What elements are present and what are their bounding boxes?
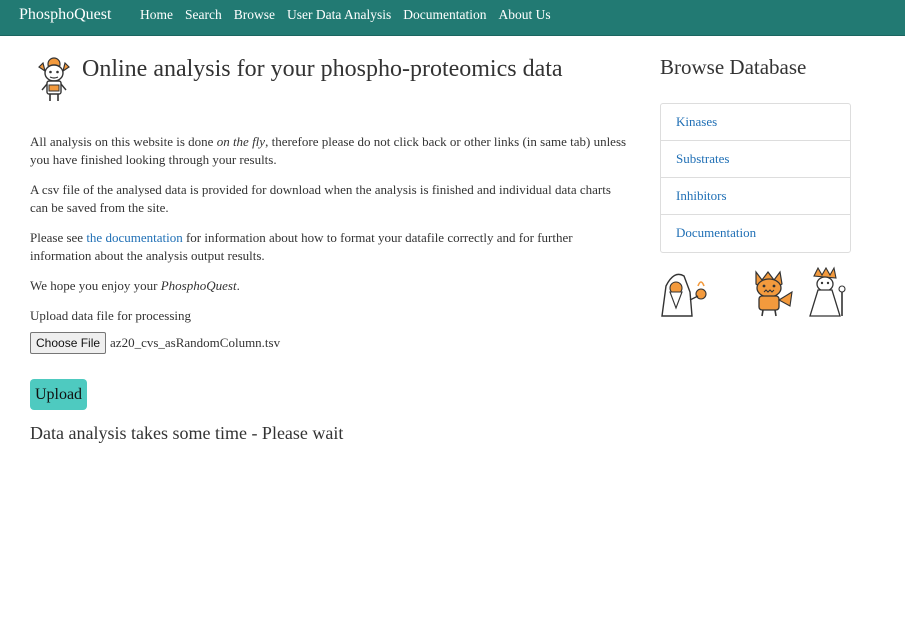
intro-paragraph-4: We hope you enjoy your PhosphoQuest.	[30, 277, 630, 295]
nav-browse[interactable]: Browse	[234, 7, 275, 23]
sidebar-title: Browse Database	[660, 55, 807, 79]
nav-home[interactable]: Home	[140, 7, 173, 23]
nav-documentation[interactable]: Documentation	[403, 7, 486, 23]
file-input: Choose File az20_cvs_asRandomColumn.tsv	[30, 332, 280, 354]
sorcerer-icon	[809, 266, 846, 317]
sidebar-item-substrates[interactable]: Substrates	[661, 141, 850, 178]
monster-icon	[755, 270, 793, 317]
intro-paragraph-3: Please see the documentation for informa…	[30, 229, 630, 265]
para4-italic: PhosphoQuest	[160, 278, 237, 293]
browse-list: Kinases Substrates Inhibitors Documentat…	[660, 103, 851, 253]
intro-paragraph-1: All analysis on this website is done on …	[30, 133, 630, 169]
wait-message: Data analysis takes some time - Please w…	[30, 423, 344, 443]
para4-text: We hope you enjoy your	[30, 278, 161, 293]
documentation-link[interactable]: the documentation	[86, 230, 182, 245]
upload-button[interactable]: Upload	[30, 379, 87, 410]
brand-link[interactable]: PhosphoQuest	[19, 6, 111, 24]
sidebar-item-inhibitors[interactable]: Inhibitors	[661, 178, 850, 215]
sidebar-item-kinases[interactable]: Kinases	[661, 104, 850, 141]
nav-links: Home Search Browse User Data Analysis Do…	[140, 7, 563, 23]
intro-text: All analysis on this website is done on …	[30, 133, 630, 307]
nav-search[interactable]: Search	[185, 7, 222, 23]
upload-label: Upload data file for processing	[30, 308, 192, 323]
choose-file-button[interactable]: Choose File	[30, 332, 107, 354]
nav-user-data-analysis[interactable]: User Data Analysis	[287, 7, 391, 23]
wizard-icon	[661, 273, 707, 317]
para1-italic: on the fly	[216, 134, 266, 149]
para3-text: Please see	[30, 230, 87, 245]
selected-file-name: az20_cvs_asRandomColumn.tsv	[110, 335, 281, 350]
nav-about-us[interactable]: About Us	[498, 7, 550, 23]
sidebar-item-documentation[interactable]: Documentation	[661, 215, 850, 252]
top-navbar: PhosphoQuest Home Search Browse User Dat…	[0, 0, 905, 36]
cartoon-creature-logo-icon	[38, 57, 70, 101]
page-title: Online analysis for your phospho-proteom…	[82, 56, 563, 82]
intro-paragraph-2: A csv file of the analysed data is provi…	[30, 182, 611, 215]
para4-text-end: .	[236, 278, 240, 293]
mascots-illustration	[661, 266, 846, 317]
para1-text: All analysis on this website is done	[30, 134, 217, 149]
